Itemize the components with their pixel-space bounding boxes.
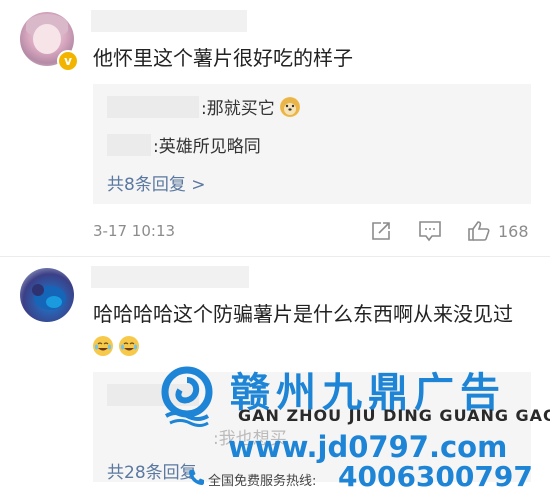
laugh-cry-emoji-icon xyxy=(119,336,140,356)
username-redacted[interactable] xyxy=(91,10,247,32)
comment-icon[interactable] xyxy=(418,220,442,246)
watermark-phone: 4006300797 xyxy=(338,460,533,493)
advertiser-watermark: 赣州九鼎广告 GAN ZHOU JIU DING GUANG GAO www.j… xyxy=(158,356,550,502)
watermark-subtitle: GAN ZHOU JIU DING GUANG GAO xyxy=(238,406,550,425)
reply-username-redacted[interactable] xyxy=(107,134,151,156)
jiuding-logo-icon xyxy=(158,366,216,428)
comment-divider xyxy=(0,256,550,257)
share-icon[interactable] xyxy=(370,220,392,246)
reply-line: :那就买它 xyxy=(201,94,301,119)
avatar-face xyxy=(33,24,61,54)
phone-icon xyxy=(188,468,206,486)
reply-box[interactable]: :那就买它 :英雄所见略同 共8条回复 > xyxy=(93,84,531,204)
watermark-hotline-label: 全国免费服务热线: xyxy=(208,474,317,489)
comment-text: 他怀里这个薯片很好吃的样子 xyxy=(93,46,353,70)
reply-text: :那就买它 xyxy=(201,99,275,119)
reply-text: :英雄所见略同 xyxy=(153,137,261,157)
laugh-cry-emoji-icon xyxy=(93,336,113,356)
more-replies-link[interactable]: 共8条回复 > xyxy=(107,170,205,195)
avatar-image xyxy=(32,284,66,310)
username-redacted[interactable] xyxy=(91,266,249,288)
comment-text: 哈哈哈哈这个防骗薯片是什么东西啊从来没见过 xyxy=(93,298,533,362)
reply-username-redacted[interactable] xyxy=(107,96,199,118)
doge-emoji-icon xyxy=(280,97,301,117)
verified-badge-icon: v xyxy=(57,50,79,72)
like-count: 168 xyxy=(498,222,529,241)
comment-text-body: 哈哈哈哈这个防骗薯片是什么东西啊从来没见过 xyxy=(93,302,513,326)
like-icon[interactable] xyxy=(467,220,491,246)
user-avatar[interactable] xyxy=(20,268,74,322)
comment-timestamp: 3-17 10:13 xyxy=(93,222,176,240)
watermark-url: www.jd0797.com xyxy=(228,430,508,464)
